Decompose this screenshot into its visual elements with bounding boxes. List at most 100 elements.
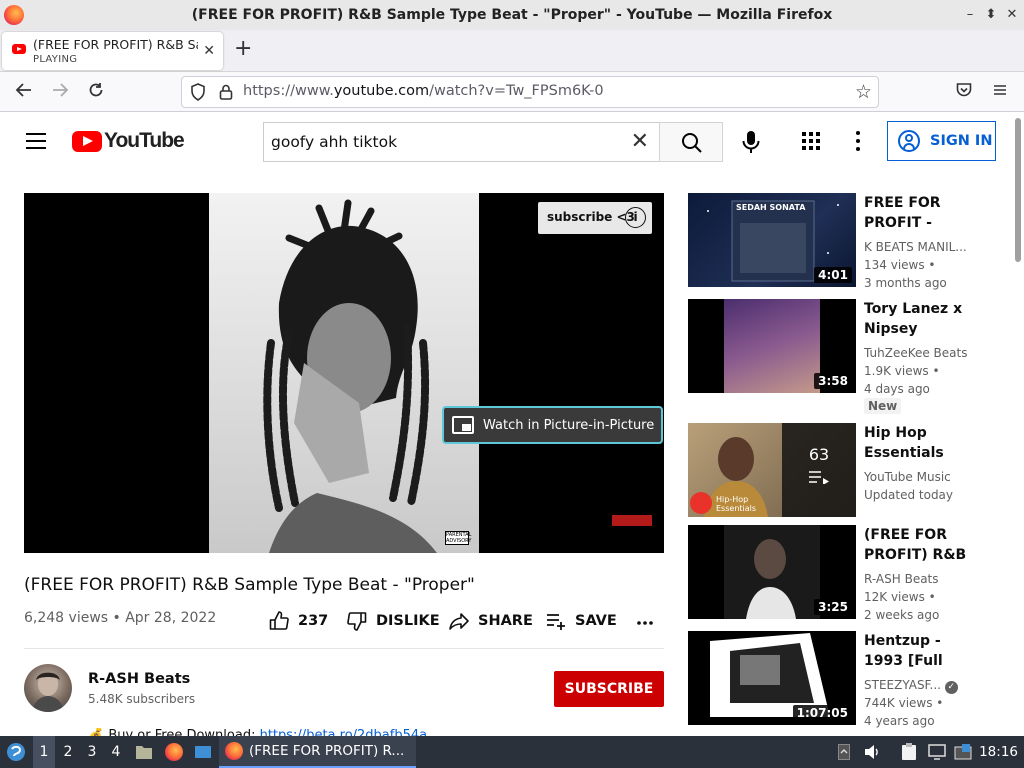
back-button[interactable]: [13, 81, 35, 103]
volume-icon[interactable]: [862, 736, 882, 768]
clear-search-icon[interactable]: ✕: [631, 129, 649, 154]
video-frame: [209, 193, 479, 553]
suggestion-title[interactable]: Hip Hop Essentials: [864, 423, 970, 463]
pocket-button[interactable]: [953, 81, 975, 103]
channel-name[interactable]: R-ASH Beats: [88, 671, 190, 687]
suggestion-channel[interactable]: YouTube Music: [864, 468, 970, 486]
firefox-launcher[interactable]: [163, 736, 185, 768]
start-menu-icon: [7, 743, 25, 761]
tab-strip: (FREE FOR PROFIT) R&B Sample Type Beat -…: [0, 30, 1024, 72]
bookmark-star-icon[interactable]: ☆: [855, 81, 872, 103]
window-title: (FREE FOR PROFIT) R&B Sample Type Beat -…: [191, 7, 833, 23]
tracking-shield-icon[interactable]: [190, 83, 206, 101]
suggestion-channel[interactable]: STEEZYASF... ✓: [864, 676, 970, 694]
subscribe-overlay-button[interactable]: subscribe <3 i: [538, 202, 652, 234]
picture-in-picture-toggle[interactable]: Watch in Picture-in-Picture: [442, 406, 663, 444]
tab-playing-status: PLAYING: [33, 54, 78, 65]
forward-button[interactable]: [49, 81, 71, 103]
scrollbar-thumb[interactable]: [1015, 118, 1021, 262]
youtube-apps-icon[interactable]: [802, 132, 820, 150]
suggestion-title[interactable]: FREE FOR PROFIT - Sed...: [864, 193, 970, 233]
subscribe-watermark[interactable]: [612, 515, 652, 526]
suggestion-title[interactable]: (FREE FOR PROFIT) R&B ...: [864, 525, 970, 565]
share-button[interactable]: SHARE: [448, 610, 533, 632]
dislike-button[interactable]: DISLIKE: [346, 610, 440, 632]
desktop-taskbar: 1 2 3 4 (FREE FOR PROFIT) R... 18:16: [0, 736, 1024, 768]
youtube-masthead: YouTube goofy ahh tiktok ✕ SIGN IN: [0, 113, 1010, 169]
video-player[interactable]: subscribe <3 i Watch in Picture-in-Pictu…: [24, 193, 664, 553]
workspace-4[interactable]: 4: [105, 736, 127, 768]
suggestion-title[interactable]: Hentzup - 1993 [Full BeatTape]: [864, 631, 970, 671]
suggestion-channel[interactable]: TuhZeeKee Beats: [864, 344, 970, 362]
guide-menu-icon[interactable]: [26, 133, 46, 149]
search-button[interactable]: [659, 122, 723, 162]
suggestion-item[interactable]: 3:58 Tory Lanez x Nipsey Hussle... TuhZe…: [688, 299, 978, 417]
speaker-glyph: [865, 745, 878, 759]
share-icon: [449, 613, 469, 630]
minimize-button[interactable]: –: [962, 6, 978, 24]
app-menu-button[interactable]: [989, 81, 1011, 103]
suggestion-thumbnail[interactable]: 3:58: [688, 299, 856, 393]
channel-avatar[interactable]: [24, 664, 72, 712]
close-window-button[interactable]: ✕: [1004, 6, 1020, 24]
tab-title: (FREE FOR PROFIT) R&B Sample Type Beat -…: [33, 37, 198, 52]
firefox-logo-icon: [4, 5, 24, 25]
account-circle-icon: [898, 130, 920, 152]
picture-in-picture-icon: [452, 416, 474, 434]
search-input[interactable]: goofy ahh tiktok ✕: [263, 122, 659, 162]
suggestion-item[interactable]: SEDAH SONATA 4:01 FREE FOR PROFIT - Sed.…: [688, 193, 978, 290]
thumbnail-caption: Hip-Hop Essentials: [716, 495, 757, 513]
more-actions-button[interactable]: [636, 614, 662, 632]
suggestion-thumbnail[interactable]: Hip-Hop Essentials 63: [688, 423, 856, 517]
suggestion-age: 3 months ago: [864, 276, 947, 290]
search-query: goofy ahh tiktok: [271, 133, 398, 151]
display-icon[interactable]: [926, 736, 948, 768]
page-scrollbar[interactable]: [1012, 113, 1024, 736]
suggestion-item[interactable]: 3:25 (FREE FOR PROFIT) R&B ... R-ASH Bea…: [688, 525, 978, 622]
suggestion-thumbnail[interactable]: SEDAH SONATA 4:01: [688, 193, 856, 287]
new-tab-button[interactable]: +: [234, 38, 252, 60]
suggestion-item[interactable]: 1:07:05 Hentzup - 1993 [Full BeatTape] S…: [688, 631, 978, 728]
workspace-1[interactable]: 1: [33, 736, 55, 768]
suggestion-age: 4 years ago: [864, 714, 935, 728]
subscribe-button[interactable]: SUBSCRIBE: [554, 671, 664, 707]
workspace-3[interactable]: 3: [81, 736, 103, 768]
youtube-logo[interactable]: YouTube: [72, 129, 185, 152]
desktop-launcher[interactable]: [192, 736, 214, 768]
save-button[interactable]: SAVE: [545, 610, 617, 632]
url-path: /watch?v=Tw_FPSm6K-0: [429, 83, 604, 99]
browser-tab[interactable]: (FREE FOR PROFIT) R&B Sample Type Beat -…: [2, 32, 223, 70]
suggestion-item[interactable]: Hip-Hop Essentials 63 Hip Hop Essentials…: [688, 423, 978, 519]
clipboard-icon[interactable]: [898, 736, 920, 768]
save-label: SAVE: [575, 613, 617, 629]
playlist-icon: [809, 471, 829, 485]
taskbar-clock[interactable]: 18:16: [979, 744, 1018, 760]
thumbs-down-icon: [347, 612, 367, 631]
network-icon[interactable]: [952, 736, 974, 768]
reload-button[interactable]: [85, 81, 107, 103]
suggestion-title[interactable]: Tory Lanez x Nipsey Hussle...: [864, 299, 970, 339]
like-button[interactable]: 237: [268, 610, 328, 632]
suggestion-channel[interactable]: K BEATS MANIL...: [864, 238, 970, 256]
info-icon[interactable]: i: [625, 207, 646, 228]
workspace-2[interactable]: 2: [57, 736, 79, 768]
sign-in-button[interactable]: SIGN IN: [887, 121, 996, 161]
tab-close-icon[interactable]: ✕: [203, 43, 215, 59]
suggestion-channel[interactable]: R-ASH Beats: [864, 570, 970, 588]
file-manager-launcher[interactable]: [133, 736, 155, 768]
tray-expand-icon[interactable]: [836, 736, 852, 768]
voice-search-icon[interactable]: [740, 130, 762, 154]
address-bar[interactable]: https://www.youtube.com/watch?v=Tw_FPSm6…: [181, 76, 879, 108]
url-domain: youtube.com: [333, 83, 430, 99]
lock-icon[interactable]: [218, 83, 234, 101]
url-text[interactable]: https://www.youtube.com/watch?v=Tw_FPSm6…: [243, 83, 604, 99]
maximize-button[interactable]: ⬍: [983, 6, 999, 24]
taskbar-firefox-window[interactable]: (FREE FOR PROFIT) R...: [219, 736, 416, 768]
suggestion-thumbnail[interactable]: 1:07:05: [688, 631, 856, 725]
youtube-favicon-icon: [12, 44, 26, 54]
forward-arrow-icon: [53, 83, 69, 97]
sign-in-label: SIGN IN: [930, 133, 993, 149]
settings-more-icon[interactable]: [856, 131, 860, 151]
suggestion-thumbnail[interactable]: 3:25: [688, 525, 856, 619]
start-menu-button[interactable]: [4, 736, 28, 768]
